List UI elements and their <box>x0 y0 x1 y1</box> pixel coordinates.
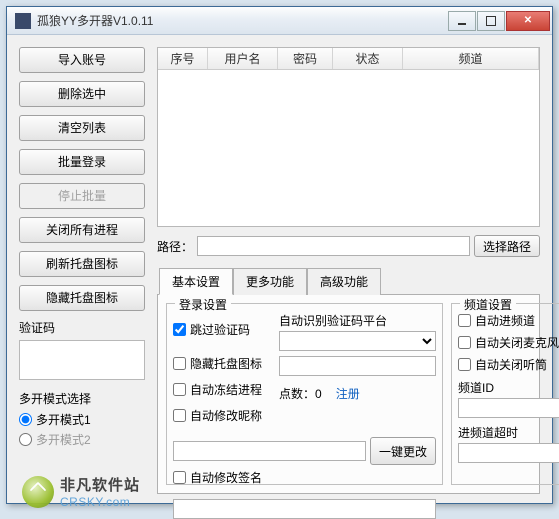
channel-legend: 频道设置 <box>460 296 516 313</box>
auto-close-speaker-input[interactable] <box>458 358 471 371</box>
col-user[interactable]: 用户名 <box>208 48 278 69</box>
platform-label: 自动识别验证码平台 <box>279 312 436 329</box>
captcha-platform: 自动识别验证码平台 <box>279 312 436 351</box>
batch-login-button[interactable]: 批量登录 <box>19 149 145 175</box>
points-label: 点数：0 <box>279 385 322 402</box>
delete-selected-button[interactable]: 删除选中 <box>19 81 145 107</box>
freeze-proc-label: 自动冻结进程 <box>190 381 262 398</box>
tab-pane-basic: 登录设置 跳过验证码 自动识别验证码平台 隐藏托盘图标 <box>157 294 540 494</box>
auto-sig-input[interactable] <box>173 471 186 484</box>
clear-list-button[interactable]: 清空列表 <box>19 115 145 141</box>
auto-sig-label: 自动修改签名 <box>190 469 262 486</box>
titlebar[interactable]: 孤狼YY多开器V1.0.11 <box>7 7 552 35</box>
refresh-tray-button[interactable]: 刷新托盘图标 <box>19 251 145 277</box>
col-state[interactable]: 状态 <box>333 48 403 69</box>
table-body[interactable] <box>158 70 539 226</box>
auto-nick-label: 自动修改昵称 <box>190 407 262 424</box>
mode2-label: 多开模式2 <box>36 431 91 448</box>
mode1-label: 多开模式1 <box>36 411 91 428</box>
signature-input[interactable] <box>173 499 436 519</box>
platform-extra-input[interactable] <box>279 356 436 376</box>
auto-close-speaker-checkbox[interactable]: 自动关闭听筒 <box>458 356 559 373</box>
channel-id-label: 频道ID <box>458 379 559 396</box>
mode1-radio[interactable]: 多开模式1 <box>19 411 149 428</box>
mode-title: 多开模式选择 <box>19 390 149 407</box>
auto-nick-checkbox[interactable]: 自动修改昵称 <box>173 407 273 424</box>
col-channel[interactable]: 频道 <box>403 48 539 69</box>
mode2-radio-input[interactable] <box>19 433 32 446</box>
tab-more[interactable]: 更多功能 <box>233 268 307 295</box>
import-accounts-button[interactable]: 导入账号 <box>19 47 145 73</box>
minimize-button[interactable] <box>448 11 476 31</box>
auto-close-mic-checkbox[interactable]: 自动关闭麦克风 <box>458 334 559 351</box>
skip-captcha-label: 跳过验证码 <box>190 321 250 338</box>
path-label: 路径： <box>157 238 193 255</box>
hide-tray-input[interactable] <box>173 357 186 370</box>
path-row: 路径： 选择路径 <box>157 235 540 257</box>
path-input[interactable] <box>197 236 470 256</box>
accounts-table[interactable]: 序号 用户名 密码 状态 频道 <box>157 47 540 227</box>
skip-captcha-checkbox[interactable]: 跳过验证码 <box>173 321 273 338</box>
auto-sig-checkbox[interactable]: 自动修改签名 <box>173 469 436 486</box>
one-key-change-button[interactable]: 一键更改 <box>370 437 436 465</box>
register-link[interactable]: 注册 <box>336 385 360 402</box>
tab-basic[interactable]: 基本设置 <box>159 268 233 295</box>
choose-path-button[interactable]: 选择路径 <box>474 235 540 257</box>
captcha-image[interactable] <box>19 340 145 380</box>
captcha-label: 验证码 <box>19 319 149 336</box>
col-pwd[interactable]: 密码 <box>278 48 333 69</box>
nickname-input[interactable] <box>173 441 366 461</box>
sidebar: 导入账号 删除选中 清空列表 批量登录 停止批量 关闭所有进程 刷新托盘图标 隐… <box>19 47 149 451</box>
channel-timeout-input-1[interactable] <box>458 443 559 463</box>
auto-close-speaker-label: 自动关闭听筒 <box>475 356 547 373</box>
watermark-en: CRSKY.com <box>60 495 140 509</box>
freeze-proc-checkbox[interactable]: 自动冻结进程 <box>173 381 273 398</box>
auto-close-mic-input[interactable] <box>458 336 471 349</box>
watermark-cn: 非凡软件站 <box>60 474 140 495</box>
table-header: 序号 用户名 密码 状态 频道 <box>158 48 539 70</box>
skip-captcha-input[interactable] <box>173 323 186 336</box>
mode2-radio[interactable]: 多开模式2 <box>19 431 149 448</box>
close-button[interactable] <box>506 11 550 31</box>
channel-settings-group: 频道设置 自动进频道 自动关闭麦克风 自动关闭听筒 频道ID <box>451 303 559 485</box>
auto-nick-input[interactable] <box>173 409 186 422</box>
auto-enter-input[interactable] <box>458 314 471 327</box>
hide-tray-label: 隐藏托盘图标 <box>190 355 262 372</box>
tab-strip: 基本设置 更多功能 高级功能 <box>157 267 540 294</box>
mode-group: 多开模式选择 多开模式1 多开模式2 <box>19 390 149 448</box>
auto-close-mic-label: 自动关闭麦克风 <box>475 334 559 351</box>
mode1-radio-input[interactable] <box>19 413 32 426</box>
channel-timeout-label: 进频道超时 <box>458 424 559 441</box>
login-settings-group: 登录设置 跳过验证码 自动识别验证码平台 隐藏托盘图标 <box>166 303 443 485</box>
login-legend: 登录设置 <box>175 296 231 313</box>
maximize-button[interactable] <box>477 11 505 31</box>
app-window: 孤狼YY多开器V1.0.11 导入账号 删除选中 清空列表 批量登录 停止批量 … <box>6 6 553 504</box>
hide-tray-checkbox[interactable]: 隐藏托盘图标 <box>173 355 273 372</box>
watermark-icon <box>22 476 54 508</box>
col-index[interactable]: 序号 <box>158 48 208 69</box>
auto-enter-channel-checkbox[interactable]: 自动进频道 <box>458 312 559 329</box>
window-title: 孤狼YY多开器V1.0.11 <box>37 12 447 29</box>
hide-tray-button[interactable]: 隐藏托盘图标 <box>19 285 145 311</box>
watermark: 非凡软件站 CRSKY.com <box>22 474 140 509</box>
platform-select[interactable] <box>279 331 436 351</box>
main-panel: 序号 用户名 密码 状态 频道 路径： 选择路径 基本设置 更多功能 高级功能 <box>157 47 540 494</box>
stop-batch-button: 停止批量 <box>19 183 145 209</box>
tab-advanced[interactable]: 高级功能 <box>307 268 381 295</box>
points-row: 点数：0 注册 <box>279 385 436 402</box>
app-icon <box>15 13 31 29</box>
auto-enter-label: 自动进频道 <box>475 312 535 329</box>
freeze-proc-input[interactable] <box>173 383 186 396</box>
channel-id-input[interactable] <box>458 398 559 418</box>
close-all-processes-button[interactable]: 关闭所有进程 <box>19 217 145 243</box>
